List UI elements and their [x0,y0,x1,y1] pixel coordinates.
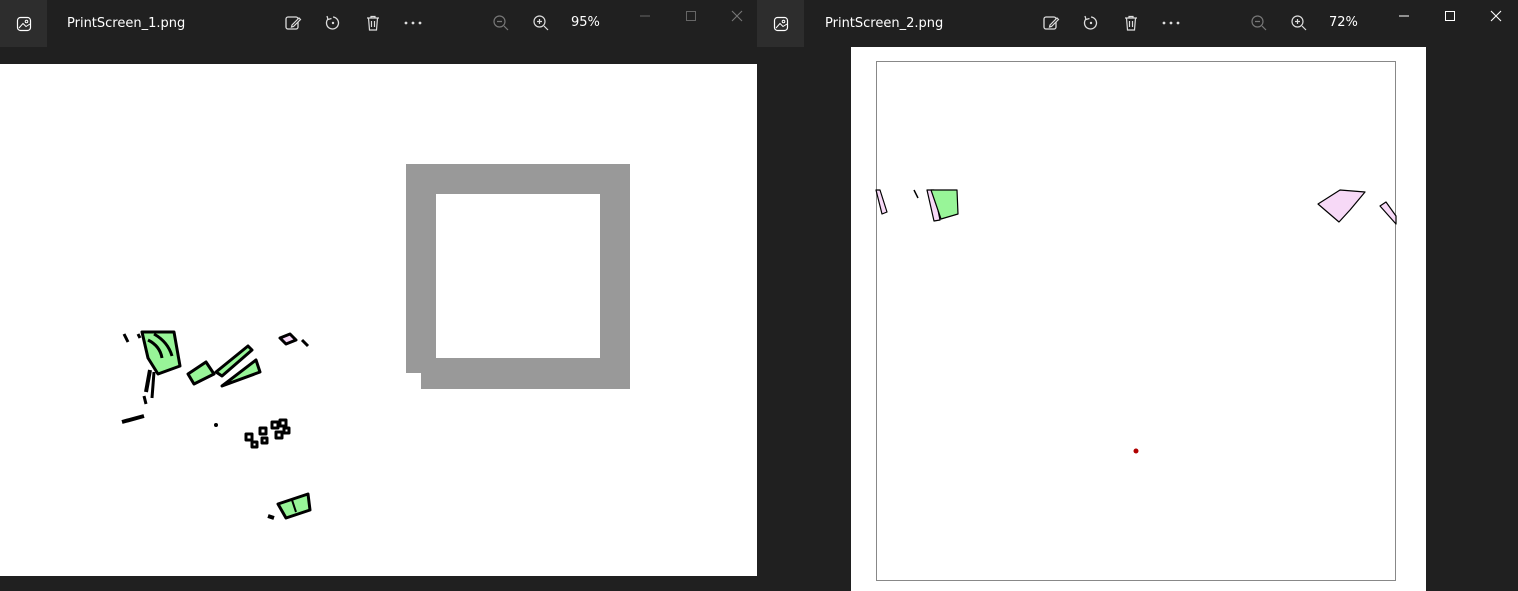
close-icon [731,10,743,22]
zoom-out-button[interactable] [1247,12,1271,34]
zoom-level[interactable]: 72% [1329,15,1358,30]
minimize-button[interactable] [1381,5,1427,27]
more-options-button[interactable] [401,12,425,34]
maximize-icon [686,11,696,21]
edit-image-icon [285,16,302,30]
more-icon [1162,21,1180,25]
more-options-button[interactable] [1159,12,1183,34]
photos-app-icon[interactable] [757,0,804,47]
zoom-in-button[interactable] [529,12,553,34]
minimize-icon [1399,15,1409,17]
image-canvas [851,47,1426,591]
edit-image-icon [1043,16,1060,30]
rotate-icon [1083,15,1098,30]
file-name: PrintScreen_1.png [67,16,186,31]
zoom-out-icon [493,15,509,31]
photos-app-icon[interactable] [0,0,47,47]
rotate-icon [325,15,340,30]
edit-image-button[interactable] [281,12,305,34]
image-canvas [0,64,757,576]
red-marker [1133,448,1139,454]
maximize-icon [1445,11,1455,21]
zoom-in-icon [533,15,549,31]
delete-button[interactable] [361,12,385,34]
close-button[interactable] [714,5,757,27]
delete-icon [1125,15,1137,31]
file-name: PrintScreen_2.png [825,16,944,31]
zoom-in-button[interactable] [1287,12,1311,34]
maximize-button[interactable] [1427,5,1473,27]
maximize-button[interactable] [668,5,714,27]
zoom-in-icon [1291,15,1307,31]
photos-window-2: PrintScreen_2.png 72% [757,0,1518,591]
photos-icon [16,16,31,31]
parcel-cluster [875,189,1397,454]
map-drawing [121,164,630,520]
close-icon [1490,10,1502,22]
delete-icon [367,15,379,31]
map-drawing [875,61,1397,581]
parcel-cluster [121,330,312,520]
more-icon [404,21,422,25]
title-bar: PrintScreen_1.png 95% [0,0,757,47]
rotate-button[interactable] [321,12,345,34]
edit-image-button[interactable] [1039,12,1063,34]
zoom-level[interactable]: 95% [571,15,600,30]
rotate-button[interactable] [1079,12,1103,34]
photos-window-1: PrintScreen_1.png 95% [0,0,757,591]
zoom-out-icon [1251,15,1267,31]
close-button[interactable] [1473,5,1518,27]
gray-square-frame [406,164,630,389]
title-bar: PrintScreen_2.png 72% [757,0,1518,47]
photos-icon [773,16,788,31]
minimize-icon [640,15,650,17]
zoom-out-button[interactable] [489,12,513,34]
minimize-button[interactable] [622,5,668,27]
delete-button[interactable] [1119,12,1143,34]
map-border [876,61,1396,581]
